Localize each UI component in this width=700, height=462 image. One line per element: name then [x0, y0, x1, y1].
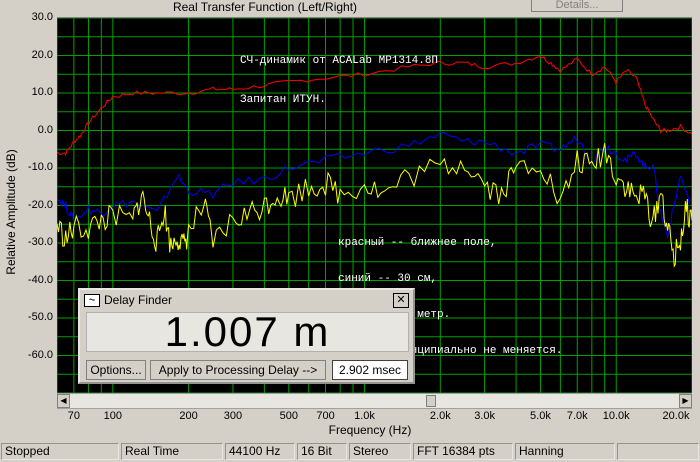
x-tick-label: 200 [179, 410, 198, 422]
x-axis-label: Frequency (Hz) [328, 423, 412, 437]
x-tick-label: 500 [279, 410, 298, 422]
y-axis-label: Relative Amplitude (dB) [4, 149, 18, 275]
y-tick-label: -40.0 [27, 273, 53, 286]
status-mode: Real Time [121, 443, 223, 460]
y-tick-label: -30.0 [27, 236, 53, 248]
y-tick-label: 20.0 [31, 48, 53, 61]
x-tick-label: 5.0k [530, 410, 551, 422]
annotation-line: Запитан ИТУН. [240, 94, 326, 106]
annotation-line: СЧ-динамик от ACALab MP1314.8П [240, 55, 439, 67]
waveform-icon: ⏦ [84, 294, 100, 307]
x-tick-label: 20.0k [662, 410, 690, 422]
scroll-thumb[interactable] [426, 395, 436, 407]
annotation-top: СЧ-динамик от ACALab MP1314.8П Запитан И… [240, 31, 438, 118]
status-bit-depth: 16 Bit [297, 443, 347, 460]
scroll-left-button[interactable]: ◀ [57, 394, 70, 408]
delay-finder-dialog[interactable]: ⏦ Delay Finder ✕ 1.007 m Options... Appl… [78, 288, 415, 384]
x-tick-label: 2.0k [429, 410, 451, 422]
x-tick-label: 70 [67, 410, 80, 422]
options-button[interactable]: Options... [86, 360, 146, 380]
y-tick-label: -10.0 [27, 161, 53, 173]
delay-distance-readout: 1.007 m [86, 311, 409, 353]
x-tick-label: 10.0k [602, 410, 630, 422]
annotation-line: красный -- ближнее поле, [338, 237, 497, 249]
status-channels: Stereo [349, 443, 411, 460]
x-tick-label: 7.0k [566, 410, 588, 422]
y-tick-label: -50.0 [27, 311, 53, 323]
annotation-line: синий -- 30 см, [338, 273, 438, 285]
status-state: Stopped [1, 443, 119, 460]
y-tick-label: -60.0 [27, 348, 53, 361]
dialog-title: Delay Finder [104, 293, 173, 307]
status-window: Hanning [515, 443, 615, 460]
x-tick-label: 700 [316, 410, 335, 422]
apply-delay-button[interactable]: Apply to Processing Delay --> [150, 360, 326, 380]
close-icon[interactable]: ✕ [393, 293, 409, 308]
frequency-scrollbar[interactable]: ◀ ▶ [57, 393, 692, 409]
x-tick-label: 3.0k [474, 410, 496, 422]
status-sample-rate: 44100 Hz [225, 443, 295, 460]
status-bar: Stopped Real Time 44100 Hz 16 Bit Stereo… [0, 441, 700, 462]
x-tick-label: 100 [103, 410, 123, 422]
y-tick-label: 30.0 [31, 11, 53, 23]
x-tick-label: 300 [223, 410, 243, 422]
scroll-right-button[interactable]: ▶ [679, 394, 692, 408]
window-edge [692, 0, 700, 440]
window-title: Real Transfer Function (Left/Right) [172, 0, 358, 14]
dialog-titlebar[interactable]: ⏦ Delay Finder ✕ [82, 292, 411, 308]
delay-msec-field: 2.902 msec [332, 360, 408, 380]
y-tick-label: -20.0 [27, 198, 53, 211]
y-tick-label: 10.0 [31, 86, 53, 98]
status-fft-size: FFT 16384 pts [413, 443, 513, 460]
status-extra [617, 443, 699, 460]
details-button[interactable]: Details... [531, 0, 623, 12]
y-tick-label: 0.0 [37, 123, 53, 136]
x-tick-label: 1.0k [354, 410, 375, 422]
